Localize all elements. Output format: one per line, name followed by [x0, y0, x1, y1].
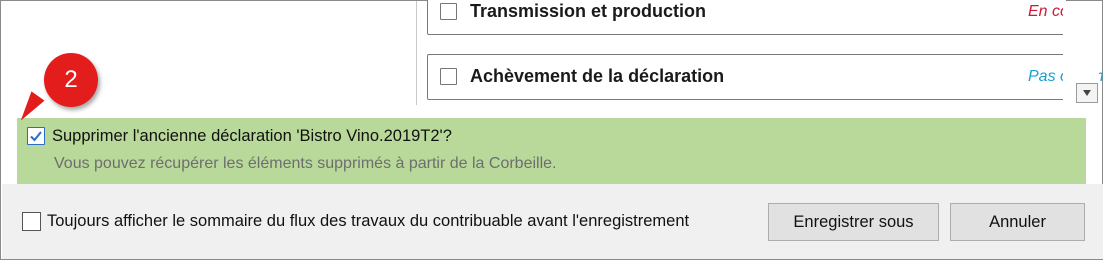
- dialog-footer: Toujours afficher le sommaire du flux de…: [2, 184, 1103, 259]
- divider: [416, 1, 417, 105]
- scroll-down-arrow-icon[interactable]: [1076, 83, 1098, 103]
- save-dialog: Transmission et production En co Achèvem…: [0, 0, 1103, 260]
- checkmark-icon: [30, 131, 42, 142]
- delete-previous-return-panel: Supprimer l'ancienne déclaration 'Bistro…: [17, 118, 1086, 184]
- step-title: Transmission et production: [470, 1, 707, 21]
- callout-badge: 2: [44, 53, 98, 107]
- workflow-step-completion[interactable]: Achèvement de la déclaration Pas comme: [427, 54, 1103, 100]
- always-show-summary-label[interactable]: Toujours afficher le sommaire du flux de…: [47, 212, 689, 231]
- save-as-button[interactable]: Enregistrer sous: [768, 203, 939, 241]
- delete-previous-checkbox[interactable]: [27, 127, 45, 145]
- workflow-step-transmission[interactable]: Transmission et production En co: [427, 0, 1069, 35]
- delete-previous-hint: Vous pouvez récupérer les éléments suppr…: [54, 155, 557, 172]
- checkbox-icon[interactable]: [440, 3, 457, 20]
- step-title: Achèvement de la déclaration: [470, 66, 725, 86]
- cancel-button[interactable]: Annuler: [950, 203, 1085, 241]
- always-show-summary-checkbox[interactable]: [22, 212, 41, 231]
- delete-previous-label[interactable]: Supprimer l'ancienne déclaration 'Bistro…: [52, 127, 452, 146]
- checkbox-icon[interactable]: [440, 68, 457, 85]
